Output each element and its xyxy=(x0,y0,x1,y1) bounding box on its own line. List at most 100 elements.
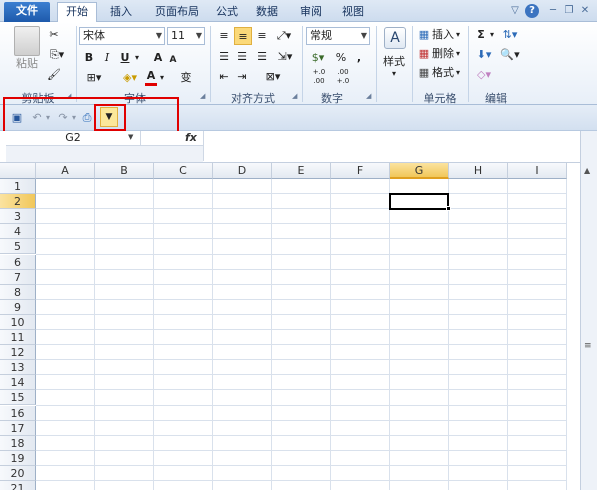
row-header[interactable]: 13 xyxy=(0,360,36,376)
row-header[interactable]: 4 xyxy=(0,224,36,240)
row-header[interactable]: 10 xyxy=(0,314,36,330)
row-header[interactable]: 18 xyxy=(0,435,36,451)
tab-file[interactable]: 文件 xyxy=(4,2,50,22)
fill-color-icon[interactable]: ◈▾ xyxy=(118,69,142,87)
shrink-font-button[interactable]: A xyxy=(168,51,178,69)
paste-icon[interactable] xyxy=(14,26,40,56)
number-format-combo[interactable]: 常规 ▼ xyxy=(306,27,370,45)
underline-button[interactable]: U xyxy=(118,49,132,67)
delete-cells-label[interactable]: 删除 xyxy=(432,46,454,62)
row-header[interactable]: 3 xyxy=(0,209,36,225)
column-header[interactable]: I xyxy=(508,163,567,179)
worksheet-grid[interactable]: A B C D E F G H I 1 2 3 4 5 6 7 8 9 10 11 12 13 14 15 16 17 18 19 20… xyxy=(0,163,580,490)
insert-cells-icon[interactable]: ▦ xyxy=(418,26,430,44)
align-bottom-icon[interactable]: ≡ xyxy=(254,27,270,45)
align-right-icon[interactable]: ☰ xyxy=(254,48,270,66)
tab-home[interactable]: 开始 xyxy=(57,2,97,22)
collapse-ribbon-icon[interactable]: ▽ xyxy=(508,4,522,18)
tab-view[interactable]: 视图 xyxy=(338,3,368,22)
align-center-icon[interactable]: ☰ xyxy=(234,48,250,66)
clear-icon[interactable]: ◇▾ xyxy=(474,66,494,84)
row-header[interactable]: 21 xyxy=(0,481,36,490)
format-cells-label[interactable]: 格式 xyxy=(432,65,454,81)
decrease-indent-icon[interactable]: ⇤ xyxy=(216,68,232,86)
italic-button[interactable]: I xyxy=(100,49,114,67)
row-header[interactable]: 17 xyxy=(0,420,36,436)
orientation-icon[interactable]: ⤢▾ xyxy=(274,27,294,45)
row-header[interactable]: 11 xyxy=(0,330,36,346)
tab-insert[interactable]: 插入 xyxy=(104,3,138,22)
comma-button[interactable]: , xyxy=(352,49,366,67)
column-header[interactable]: C xyxy=(154,163,213,179)
tab-data[interactable]: 数据 xyxy=(252,3,282,22)
borders-icon[interactable]: ⊞▾ xyxy=(82,69,106,87)
column-header[interactable]: B xyxy=(95,163,154,179)
font-size-combo[interactable]: 11 ▼ xyxy=(167,27,205,45)
column-header[interactable]: E xyxy=(272,163,331,179)
cut-icon[interactable]: ✂ xyxy=(44,26,64,44)
find-select-icon[interactable]: 🔍▾ xyxy=(500,46,520,64)
alignment-launcher-icon[interactable]: ◢ xyxy=(292,92,300,100)
tab-review[interactable]: 审阅 xyxy=(296,3,326,22)
chevron-down-icon[interactable]: ▼ xyxy=(128,133,133,141)
increase-decimal-button[interactable]: +.0 .00 xyxy=(308,68,330,86)
minimize-icon[interactable]: ─ xyxy=(546,4,560,18)
font-name-combo[interactable]: 宋体 ▼ xyxy=(79,27,165,45)
sort-filter-icon[interactable]: ⇅▾ xyxy=(500,26,520,44)
column-header[interactable]: A xyxy=(36,163,95,179)
row-header[interactable]: 6 xyxy=(0,254,36,270)
vertical-scrollbar[interactable]: ▲ ≡ xyxy=(580,131,597,490)
percent-button[interactable]: % xyxy=(334,49,348,67)
insert-cells-label[interactable]: 插入 xyxy=(432,27,454,43)
merge-center-icon[interactable]: ⊠▾ xyxy=(262,68,284,86)
row-header[interactable]: 12 xyxy=(0,345,36,361)
currency-icon[interactable]: $▾ xyxy=(308,49,328,67)
row-header[interactable]: 20 xyxy=(0,465,36,481)
scroll-up-icon[interactable]: ▲ xyxy=(584,166,590,175)
number-launcher-icon[interactable]: ◢ xyxy=(366,92,374,100)
format-painter-icon[interactable]: 🖌 xyxy=(44,66,64,84)
help-icon[interactable]: ? xyxy=(525,4,539,18)
row-header[interactable]: 15 xyxy=(0,390,36,406)
formula-input[interactable] xyxy=(203,131,580,161)
align-left-icon[interactable]: ☰ xyxy=(216,48,232,66)
column-header[interactable]: D xyxy=(213,163,272,179)
chevron-down-icon[interactable]: ▾ xyxy=(158,69,166,87)
column-header[interactable]: G xyxy=(390,163,449,179)
decrease-decimal-button[interactable]: .00 +.0 xyxy=(332,68,354,86)
tab-page-layout[interactable]: 页面布局 xyxy=(148,3,206,22)
row-header[interactable]: 5 xyxy=(0,239,36,255)
row-header[interactable]: 9 xyxy=(0,299,36,315)
row-header[interactable]: 14 xyxy=(0,375,36,391)
name-box[interactable]: G2 xyxy=(6,131,141,145)
styles-icon[interactable]: A xyxy=(384,27,406,49)
grow-font-button[interactable]: A xyxy=(152,49,164,67)
column-header[interactable]: H xyxy=(449,163,508,179)
align-middle-icon[interactable]: ≡ xyxy=(234,27,252,45)
row-header[interactable]: 1 xyxy=(0,179,36,195)
font-launcher-icon[interactable]: ◢ xyxy=(200,92,208,100)
autosum-button[interactable]: Σ xyxy=(474,26,488,44)
scroll-thumb-grip-icon[interactable]: ≡ xyxy=(584,341,592,351)
column-header[interactable]: F xyxy=(331,163,390,179)
copy-icon[interactable]: ⎘▾ xyxy=(44,46,70,64)
format-cells-icon[interactable]: ▦ xyxy=(418,64,430,82)
row-header[interactable]: 16 xyxy=(0,405,36,421)
row-header[interactable]: 7 xyxy=(0,269,36,285)
underline-dropdown-icon[interactable]: ▾ xyxy=(132,49,142,67)
bold-button[interactable]: B xyxy=(82,49,96,67)
phonetic-button[interactable]: 变 xyxy=(178,69,194,87)
active-cell[interactable] xyxy=(389,193,449,211)
row-header[interactable]: 19 xyxy=(0,450,36,466)
fill-icon[interactable]: ⬇▾ xyxy=(474,46,494,64)
delete-cells-icon[interactable]: ▦ xyxy=(418,45,430,63)
increase-indent-icon[interactable]: ⇥ xyxy=(234,68,250,86)
wrap-text-icon[interactable]: ⇲▾ xyxy=(274,48,296,66)
fill-handle[interactable] xyxy=(446,206,451,212)
insert-function-button[interactable]: fx xyxy=(185,131,197,144)
row-header[interactable]: 2 xyxy=(0,194,36,210)
select-all-corner[interactable] xyxy=(0,163,36,179)
row-header[interactable]: 8 xyxy=(0,284,36,300)
font-color-button[interactable]: A xyxy=(145,69,157,86)
tab-formulas[interactable]: 公式 xyxy=(212,3,242,22)
